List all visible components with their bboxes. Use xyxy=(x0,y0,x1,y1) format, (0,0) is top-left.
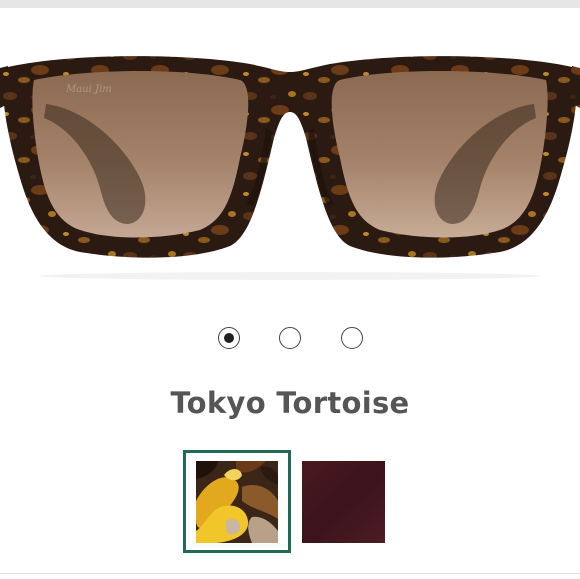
product-image[interactable]: Maui Jim xyxy=(0,8,580,300)
brand-logo-mark: Maui Jim xyxy=(65,84,112,95)
carousel-dot-3[interactable] xyxy=(341,327,363,349)
swatch-tortoise[interactable] xyxy=(196,461,278,543)
selected-color-name: Tokyo Tortoise xyxy=(170,386,410,420)
carousel-dot-1[interactable] xyxy=(218,327,240,349)
carousel-dot-2[interactable] xyxy=(279,327,301,349)
swatch-burgundy[interactable] xyxy=(302,461,385,543)
carousel-pagination xyxy=(0,325,580,355)
bottom-divider xyxy=(0,573,580,574)
top-divider-bar xyxy=(0,0,580,8)
